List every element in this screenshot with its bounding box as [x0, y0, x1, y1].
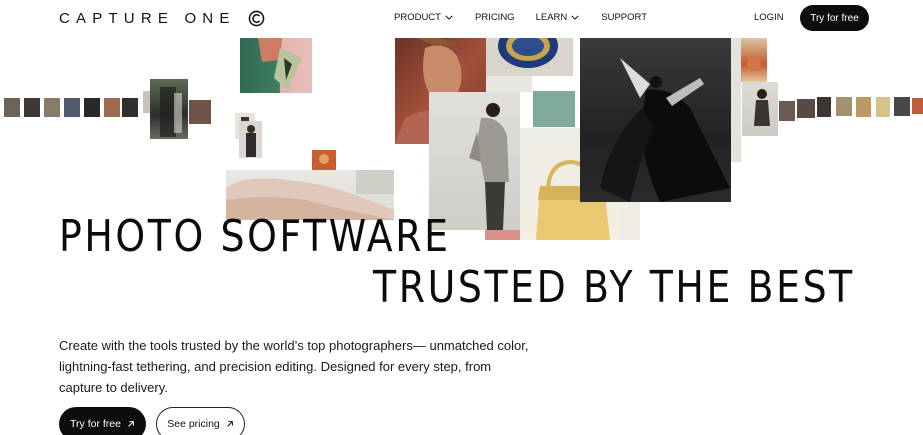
photo-thumbnail	[64, 98, 80, 117]
nav-item-product[interactable]: PRODUCT	[394, 12, 453, 23]
login-link[interactable]: LOGIN	[754, 12, 784, 23]
photo-tile	[240, 38, 312, 93]
photo-thumbnail	[894, 97, 910, 116]
photo-tile	[429, 92, 520, 230]
photo-thumbnail	[44, 98, 60, 117]
photo-tile	[533, 91, 575, 127]
photo-thumbnail	[836, 97, 852, 116]
button-label: See pricing	[167, 418, 220, 430]
nav-item-label: PRODUCT	[394, 12, 441, 23]
photo-thumbnail	[912, 98, 923, 114]
photo-tile	[731, 38, 741, 162]
photo-tile	[486, 76, 532, 92]
try-for-free-button[interactable]: Try for free	[59, 407, 146, 435]
photo-tile	[239, 121, 262, 158]
photo-thumbnail	[122, 98, 138, 117]
hero-description: Create with the tools trusted by the wor…	[59, 338, 529, 395]
photo-thumbnail	[24, 98, 40, 117]
photo-thumbnail	[104, 98, 120, 117]
hero-headline-line1: PHOTO SOFTWARE	[59, 211, 451, 262]
photo-thumbnail	[779, 101, 795, 121]
photo-tile	[486, 38, 573, 76]
brand-logo[interactable]: CAPTURE ONE	[59, 9, 265, 27]
nav-item-pricing[interactable]: PRICING	[475, 12, 515, 23]
nav-item-support[interactable]: SUPPORT	[601, 12, 647, 23]
photo-tile	[741, 38, 767, 82]
photo-thumbnail	[84, 98, 100, 117]
photo-tile	[742, 82, 778, 136]
nav-item-label: PRICING	[474, 12, 515, 23]
arrow-up-right-icon	[128, 421, 134, 427]
hero-headline-line2: TRUSTED BY THE BEST	[373, 262, 855, 313]
see-pricing-button[interactable]: See pricing	[156, 407, 245, 435]
button-label: Try for free	[70, 418, 121, 430]
photo-tile	[580, 38, 731, 202]
photo-thumbnail	[797, 99, 815, 118]
arrow-up-right-icon	[227, 421, 233, 427]
photo-thumbnail	[4, 98, 20, 117]
nav-item-label: SUPPORT	[601, 12, 648, 23]
photo-thumbnail	[817, 97, 831, 117]
photo-tile	[312, 150, 336, 170]
brand-name: CAPTURE ONE	[59, 9, 236, 27]
photo-tile	[485, 230, 523, 240]
main-nav: PRODUCT PRICING LEARN SUPPORT	[394, 12, 647, 23]
capture-one-mark-icon	[248, 10, 264, 26]
nav-item-label: LEARN	[535, 12, 568, 23]
photo-tile	[620, 200, 640, 240]
nav-item-learn[interactable]: LEARN	[536, 12, 580, 23]
chevron-down-icon	[445, 15, 453, 20]
photo-thumbnail	[856, 97, 871, 117]
photo-thumbnail	[876, 97, 890, 117]
try-for-free-header-button[interactable]: Try for free	[800, 5, 869, 31]
photo-tile	[150, 79, 188, 139]
chevron-down-icon	[571, 15, 579, 20]
photo-thumbnail	[189, 100, 211, 124]
